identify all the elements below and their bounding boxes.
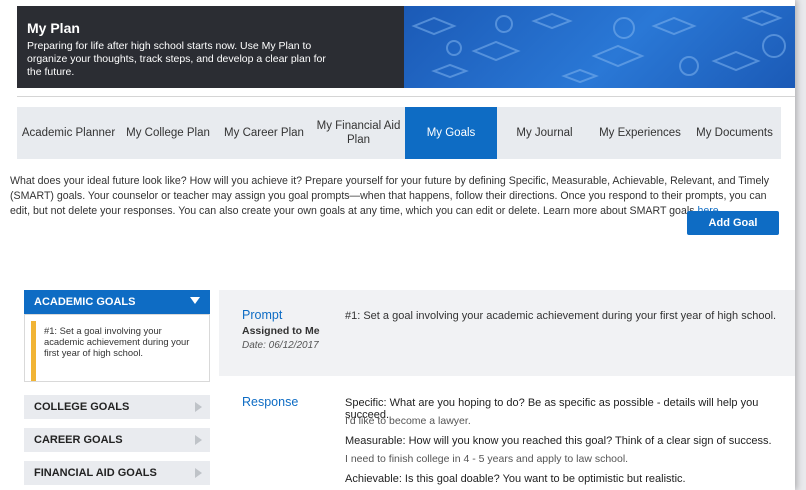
career-goals-accordion[interactable]: CAREER GOALS [24, 428, 210, 452]
response-measurable-question: Measurable: How will you know you reache… [345, 435, 772, 447]
college-goals-accordion[interactable]: COLLEGE GOALS [24, 395, 210, 419]
category-label: CAREER GOALS [34, 434, 123, 446]
page-description: Preparing for life after high school sta… [27, 40, 326, 78]
add-goal-button[interactable]: Add Goal [687, 211, 779, 235]
prompt-text: #1: Set a goal involving your academic a… [345, 310, 777, 322]
academic-goals-accordion[interactable]: ACADEMIC GOALS [24, 290, 210, 314]
caret-right-icon [195, 402, 202, 412]
goal-item-1[interactable]: #1: Set a goal involving your academic a… [31, 321, 207, 381]
tab-my-college-plan[interactable]: My College Plan [120, 107, 216, 159]
response-label: Response [242, 395, 299, 409]
plan-tabs: Academic Planner My College Plan My Care… [17, 107, 781, 159]
category-label: FINANCIAL AID GOALS [34, 467, 157, 479]
tab-my-goals[interactable]: My Goals [405, 107, 497, 159]
response-achievable-question: Achievable: Is this goal doable? You wan… [345, 473, 686, 485]
tab-my-journal[interactable]: My Journal [497, 107, 592, 159]
header-banner: My Plan Preparing for life after high sc… [17, 6, 404, 88]
response-specific-answer: I'd like to become a lawyer. [345, 415, 471, 427]
accordion-title: ACADEMIC GOALS [34, 296, 136, 308]
goals-intro: What does your ideal future look like? H… [10, 174, 785, 219]
tab-my-career-plan[interactable]: My Career Plan [216, 107, 312, 159]
caret-down-icon [190, 297, 200, 304]
prompt-label: Prompt [242, 308, 283, 322]
intro-text: What does your ideal future look like? H… [10, 175, 770, 217]
academic-goals-list: #1: Set a goal involving your academic a… [24, 314, 210, 382]
page-title: My Plan [27, 20, 80, 36]
assigned-label: Assigned to Me [242, 325, 320, 337]
financial-aid-goals-accordion[interactable]: FINANCIAL AID GOALS [24, 461, 210, 485]
assigned-date: Date: 06/12/2017 [242, 340, 319, 351]
caret-right-icon [195, 435, 202, 445]
caret-right-icon [195, 468, 202, 478]
tab-academic-planner[interactable]: Academic Planner [17, 107, 120, 159]
page-header: My Plan Preparing for life after high sc… [17, 6, 795, 88]
tab-my-financial-aid-plan[interactable]: My Financial Aid Plan [312, 107, 405, 159]
graduation-caps-pattern-icon [411, 9, 786, 84]
tab-my-documents[interactable]: My Documents [688, 107, 781, 159]
header-divider [17, 96, 795, 97]
response-measurable-answer: I need to finish college in 4 - 5 years … [345, 453, 629, 465]
tab-my-experiences[interactable]: My Experiences [592, 107, 688, 159]
app-frame: My Plan Preparing for life after high sc… [0, 0, 795, 490]
category-label: COLLEGE GOALS [34, 401, 130, 413]
header-graduation-image [404, 6, 795, 88]
